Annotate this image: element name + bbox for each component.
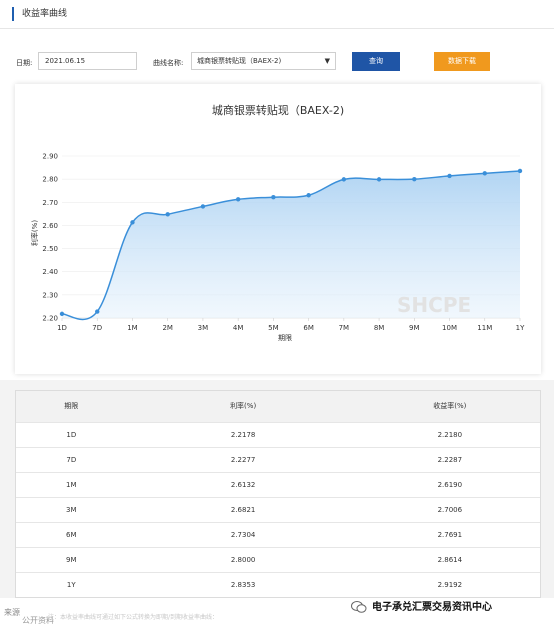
table-row: 9M 2.8000 2.8614 [16,547,540,572]
date-input[interactable]: 2021.06.15 [38,52,137,70]
x-tick-label: 7M [339,324,350,332]
table-row: 1D 2.2178 2.2180 [16,422,540,447]
y-axis-label: 利率(%) [30,220,39,246]
curve-select[interactable]: 城商银票转贴现（BAEX-2) ▼ [191,52,336,70]
header-yield: 收益率(%) [433,402,467,410]
cell-rate: 2.7304 [230,531,256,539]
y-tick-label: 2.60 [42,222,58,230]
x-tick-label: 10M [442,324,457,332]
chevron-down-icon: ▼ [324,57,330,65]
chart-title: 城商银票转贴现（BAEX-2) [212,103,344,117]
y-tick-label: 2.70 [42,199,58,207]
x-tick-label: 1D [57,324,67,332]
cell-term: 3M [66,506,77,514]
cell-yield: 2.6190 [437,481,463,489]
cell-term: 1M [66,481,77,489]
x-axis-label: 期限 [278,333,292,342]
data-point [165,212,170,217]
query-panel: 收益率曲线 日期: 2021.06.15 曲线名称: 城商银票转贴现（BAEX-… [0,0,554,380]
table-row: 1Y 2.8353 2.9192 [16,572,540,597]
source-label: 来源 [4,608,20,617]
x-tick-label: 7D [92,324,102,332]
table-row: 3M 2.6821 2.7006 [16,497,540,522]
data-point [200,204,206,209]
y-tick-label: 2.90 [42,153,58,161]
x-tick-label: 6M [303,324,314,332]
header-rate: 利率(%) [230,402,257,410]
query-button[interactable]: 查询 [352,52,400,71]
table-row: 1M 2.6132 2.6190 [16,472,540,497]
x-tick-label: 3M [198,324,209,332]
footer: 来源 公开资料 注：本收益率曲线可通过如下公式转换为即期/到期收益率曲线： 电子… [0,598,554,631]
cell-yield: 2.2180 [437,431,463,439]
cell-yield: 2.7691 [437,531,463,539]
cell-yield: 2.8614 [437,556,463,564]
x-axis-ticks: 1D 7D 1M 2M 3M 4M 5M 6M 7M 8M 9M 10M 11M 1Y [57,318,525,332]
data-point [130,220,135,225]
page-title: 收益率曲线 [12,7,67,21]
cell-yield: 2.7006 [437,506,463,514]
data-point [376,177,382,182]
watermark-text: 电子承兑汇票交易资讯中心 [372,602,492,613]
table-row: 6M 2.7304 2.7691 [16,522,540,547]
cell-term: 1D [66,431,77,439]
data-point [341,177,347,182]
table-header-row: 期限 利率(%) 收益率(%) [16,391,540,422]
data-point [482,171,487,176]
rates-table: 期限 利率(%) 收益率(%) 1D 2.2178 2.2180 7D 2.22… [15,390,541,598]
cell-rate: 2.8000 [230,556,256,564]
y-tick-label: 2.50 [42,245,58,253]
x-tick-label: 2M [162,324,173,332]
x-tick-label: 1M [127,324,138,332]
x-tick-label: 4M [233,324,244,332]
cell-term: 6M [66,531,77,539]
chart-card: 城商银票转贴现（BAEX-2) 2.20 2.30 2.40 2.50 2.60 2.70… [15,84,541,374]
table-row: 7D 2.2277 2.2287 [16,447,540,472]
data-point [306,193,311,198]
data-point [517,168,523,174]
x-tick-label: 1Y [516,324,525,332]
x-tick-label: 9M [409,324,420,332]
curve-select-value: 城商银票转贴现（BAEX-2) [197,57,282,65]
yield-curve-chart: 城商银票转贴现（BAEX-2) 2.20 2.30 2.40 2.50 2.60 2.70… [30,103,525,342]
cell-term: 9M [66,556,77,564]
data-point [412,176,417,182]
cell-term: 1Y [66,581,76,589]
cell-rate: 2.2178 [230,431,256,439]
chart-watermark: SHCPE [397,293,471,317]
cell-rate: 2.6821 [230,506,256,514]
x-tick-label: 5M [268,324,279,332]
x-tick-label: 11M [477,324,492,332]
x-tick-label: 8M [374,324,385,332]
download-button[interactable]: 数据下载 [434,52,490,71]
data-point [95,309,100,314]
data-point [447,173,452,179]
curve-name-label: 曲线名称: [153,59,184,67]
y-tick-label: 2.80 [42,176,58,184]
header-term: 期限 [64,402,79,410]
header-divider [0,28,554,29]
y-tick-label: 2.20 [42,315,58,323]
footer-note: 注：本收益率曲线可通过如下公式转换为即期/到期收益率曲线： [48,614,219,621]
wechat-icon [351,601,367,613]
y-tick-label: 2.30 [42,291,58,299]
cell-yield: 2.9192 [437,581,463,589]
cell-yield: 2.2287 [437,456,463,464]
data-point [59,311,65,317]
cell-term: 7D [66,456,77,464]
cell-rate: 2.8353 [230,581,256,589]
y-tick-label: 2.40 [42,268,58,276]
data-point [271,194,276,200]
data-point [235,197,241,202]
date-label: 日期: [16,59,33,67]
y-axis-ticks: 2.20 2.30 2.40 2.50 2.60 2.70 2.80 2.90 [42,153,58,323]
cell-rate: 2.6132 [230,481,256,489]
cell-rate: 2.2277 [230,456,256,464]
